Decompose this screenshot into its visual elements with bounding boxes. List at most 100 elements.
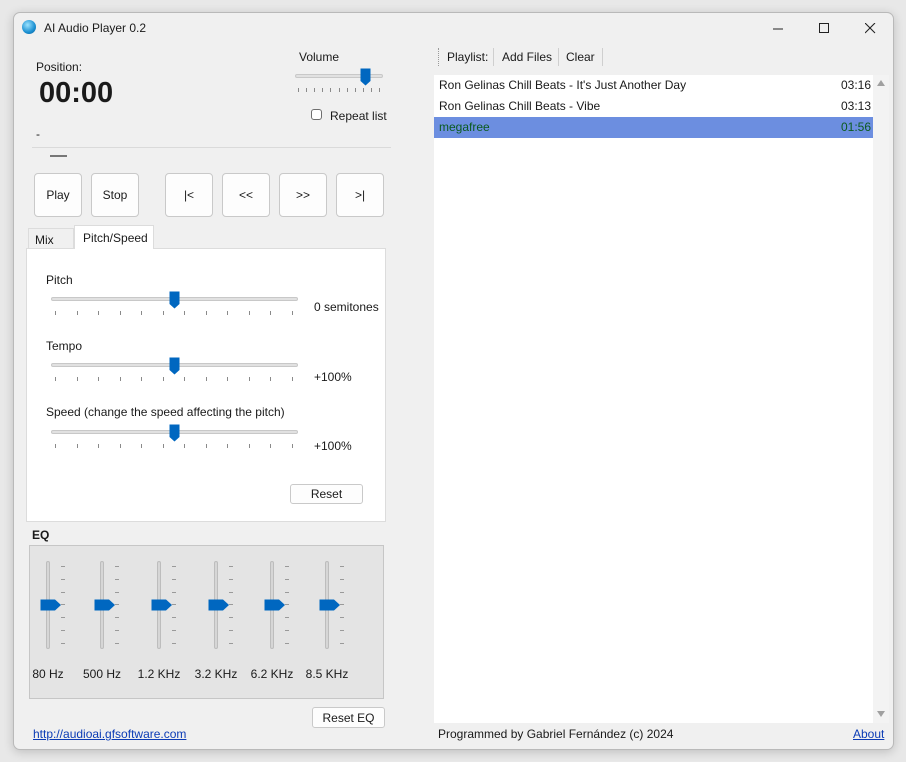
tempo-label: Tempo — [46, 339, 83, 353]
app-window: AI Audio Player 0.2 Position: 00:00 - Vo… — [13, 12, 894, 750]
rewind-button[interactable]: << — [222, 173, 270, 217]
tick-mark — [229, 592, 233, 593]
tick-mark — [340, 579, 344, 580]
tick-mark — [115, 579, 119, 580]
position-label: Position: — [36, 60, 83, 74]
tempo-ticks — [55, 377, 293, 382]
tick-mark — [379, 88, 380, 92]
tab-pitch-speed[interactable]: Pitch/Speed — [74, 225, 154, 249]
tick-mark — [298, 88, 299, 92]
tick-mark — [61, 579, 65, 580]
playlist-scrollbar[interactable] — [873, 75, 889, 723]
tick-mark — [229, 566, 233, 567]
minimize-button[interactable] — [755, 13, 801, 43]
tick-mark — [77, 311, 78, 315]
tick-mark — [98, 377, 99, 381]
title-bar[interactable]: AI Audio Player 0.2 — [14, 13, 893, 43]
tick-mark — [322, 88, 323, 92]
tick-mark — [141, 444, 142, 448]
tab-mix[interactable]: Mix — [28, 228, 74, 248]
tick-mark — [285, 592, 289, 593]
toolbar-separator — [602, 48, 603, 66]
playlist-panel[interactable]: Ron Gelinas Chill Beats - It's Just Anot… — [434, 75, 873, 723]
track-duration: 03:16 — [840, 78, 871, 92]
track-name: Ron Gelinas Chill Beats - Vibe — [439, 99, 601, 113]
pitch-slider-thumb[interactable] — [169, 291, 180, 309]
scroll-up-arrow-icon[interactable] — [876, 79, 886, 87]
pitch-speed-panel: Pitch 0 semitones Tempo +100% Speed (cha… — [26, 248, 386, 522]
tick-mark — [229, 617, 233, 618]
tick-mark — [120, 377, 121, 381]
tick-mark — [61, 617, 65, 618]
last-track-button[interactable]: >| — [336, 173, 384, 217]
tick-mark — [270, 311, 271, 315]
window-title: AI Audio Player 0.2 — [44, 21, 147, 35]
tick-mark — [206, 377, 207, 381]
tick-mark — [292, 377, 293, 381]
eq-slider-thumb[interactable] — [264, 599, 286, 611]
tick-mark — [292, 444, 293, 448]
repeat-checkbox[interactable] — [311, 109, 322, 120]
speed-slider-thumb[interactable] — [169, 424, 180, 442]
tick-mark — [172, 630, 176, 631]
playlist-item[interactable]: Ron Gelinas Chill Beats - Vibe 03:13 — [434, 96, 873, 117]
divider — [32, 147, 391, 148]
volume-slider-thumb[interactable] — [360, 68, 371, 86]
tick-mark — [184, 311, 185, 315]
eq-band-label: 80 Hz — [32, 667, 64, 681]
add-files-button[interactable]: Add Files — [502, 50, 552, 64]
reset-pitch-speed-button[interactable]: Reset — [290, 484, 363, 504]
stop-button[interactable]: Stop — [91, 173, 139, 217]
close-icon — [864, 22, 875, 33]
tick-mark — [340, 566, 344, 567]
tick-mark — [229, 643, 233, 644]
playlist-item[interactable]: Ron Gelinas Chill Beats - It's Just Anot… — [434, 75, 873, 96]
tick-mark — [229, 579, 233, 580]
track-name: megafree — [439, 120, 490, 134]
scroll-down-arrow-icon[interactable] — [876, 710, 886, 718]
tempo-slider-thumb[interactable] — [169, 357, 180, 375]
tick-mark — [172, 617, 176, 618]
play-button[interactable]: Play — [34, 173, 82, 217]
tick-mark — [98, 444, 99, 448]
track-duration: 03:13 — [840, 99, 871, 113]
first-track-button[interactable]: |< — [165, 173, 213, 217]
tick-mark — [120, 444, 121, 448]
eq-slider-thumb[interactable] — [94, 599, 116, 611]
eq-slider-thumb[interactable] — [208, 599, 230, 611]
tick-mark — [163, 377, 164, 381]
tick-mark — [115, 630, 119, 631]
close-button[interactable] — [847, 13, 893, 43]
eq-band-label: 1.2 KHz — [137, 667, 181, 681]
tick-mark — [120, 311, 121, 315]
about-link[interactable]: About — [853, 727, 884, 741]
reset-eq-button[interactable]: Reset EQ — [312, 707, 385, 728]
tick-mark — [340, 643, 344, 644]
toolbar-separator — [493, 48, 494, 66]
tick-mark — [347, 88, 348, 92]
speed-label: Speed (change the speed affecting the pi… — [46, 405, 285, 419]
playlist-label: Playlist: — [447, 50, 489, 64]
forward-button[interactable]: >> — [279, 173, 327, 217]
repeat-label: Repeat list — [330, 109, 387, 123]
clear-button[interactable]: Clear — [566, 50, 595, 64]
speed-ticks — [55, 444, 293, 449]
eq-slider-thumb[interactable] — [40, 599, 62, 611]
tick-mark — [55, 311, 56, 315]
seek-slider[interactable] — [50, 155, 67, 157]
tick-mark — [285, 630, 289, 631]
eq-slider-thumb[interactable] — [319, 599, 341, 611]
tick-mark — [141, 311, 142, 315]
volume-ticks — [298, 88, 380, 93]
tick-mark — [77, 377, 78, 381]
tick-mark — [184, 444, 185, 448]
maximize-button[interactable] — [801, 13, 847, 43]
website-link[interactable]: http://audioai.gfsoftware.com — [33, 727, 186, 741]
tick-mark — [115, 566, 119, 567]
tick-mark — [330, 88, 331, 92]
tempo-value: +100% — [314, 370, 352, 384]
tick-mark — [227, 311, 228, 315]
eq-slider-thumb[interactable] — [151, 599, 173, 611]
tick-mark — [285, 579, 289, 580]
playlist-item-selected[interactable]: megafree 01:56 — [434, 117, 873, 138]
